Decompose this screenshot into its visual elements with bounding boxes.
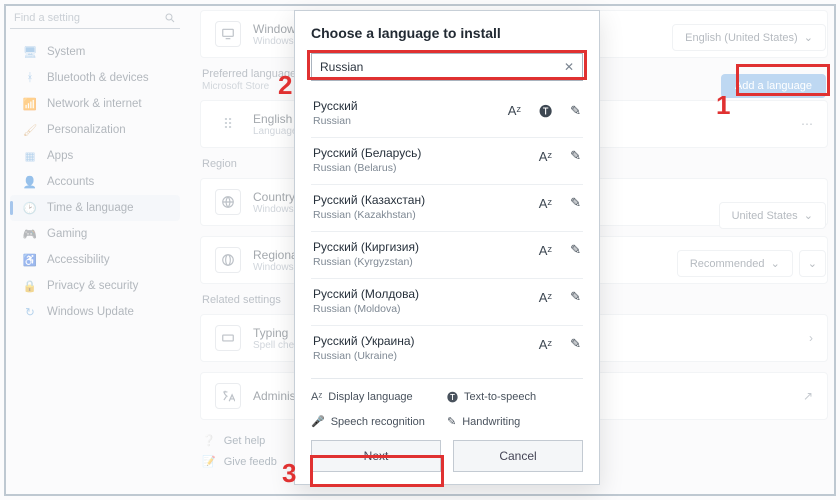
sidebar-item-privacy-security[interactable]: 🔒Privacy & security bbox=[10, 273, 180, 299]
nav-icon: 🕑 bbox=[23, 201, 37, 215]
sidebar-item-bluetooth-devices[interactable]: ᚼBluetooth & devices bbox=[10, 65, 180, 91]
monitor-icon bbox=[215, 21, 241, 47]
annotation-2: 2 bbox=[278, 70, 292, 101]
speech-recognition-icon: 🎤 bbox=[311, 415, 325, 428]
next-button[interactable]: Next bbox=[311, 440, 441, 472]
language-option[interactable]: Русский (Беларусь)Russian (Belarus)Aᶻ✎ bbox=[311, 137, 583, 180]
sidebar-item-time-language[interactable]: 🕑Time & language bbox=[10, 195, 180, 221]
display-icon: Aᶻ bbox=[539, 290, 552, 305]
choose-language-dialog: Choose a language to install Russian ✕ Р… bbox=[294, 10, 600, 485]
nav-icon: 🔒 bbox=[23, 279, 37, 293]
display-icon: Aᶻ bbox=[539, 243, 552, 258]
drag-handle-icon[interactable]: ⠿ bbox=[215, 111, 241, 137]
chevron-down-icon: ⌄ bbox=[808, 258, 817, 270]
globe-icon bbox=[215, 247, 241, 273]
search-icon bbox=[164, 12, 176, 24]
hand-icon: ✎ bbox=[570, 242, 581, 258]
legend-tts: 🅣Text-to-speech bbox=[447, 389, 583, 405]
chevron-right-icon: › bbox=[809, 331, 813, 345]
legend-handwriting: ✎Handwriting bbox=[447, 415, 583, 428]
globe-icon bbox=[215, 189, 241, 215]
annotation-3: 3 bbox=[282, 458, 296, 489]
nav-icon: 👤 bbox=[23, 175, 37, 189]
legend-display: AᶻDisplay language bbox=[311, 389, 447, 405]
nav-icon: ▦ bbox=[23, 149, 37, 163]
translate-icon bbox=[215, 383, 241, 409]
sidebar-item-system[interactable]: 🖥System bbox=[10, 39, 180, 65]
sidebar-item-apps[interactable]: ▦Apps bbox=[10, 143, 180, 169]
language-option[interactable]: Русский (Киргизия)Russian (Kyrgyzstan)Aᶻ… bbox=[311, 231, 583, 274]
display-language-dropdown[interactable]: English (United States) ⌄ bbox=[672, 24, 826, 51]
sidebar-item-gaming[interactable]: 🎮Gaming bbox=[10, 221, 180, 247]
chevron-down-icon: ⌄ bbox=[771, 258, 780, 270]
display-icon: Aᶻ bbox=[539, 149, 552, 164]
nav-icon: 🖥 bbox=[23, 45, 37, 59]
more-icon[interactable]: ⋯ bbox=[801, 117, 813, 131]
language-option[interactable]: Русский (Молдова)Russian (Moldova)Aᶻ✎ bbox=[311, 278, 583, 321]
feedback-icon: 📝 bbox=[202, 455, 216, 468]
hand-icon: ✎ bbox=[570, 289, 581, 305]
language-option[interactable]: Русский (Украина)Russian (Ukraine)Aᶻ✎ bbox=[311, 325, 583, 368]
external-link-icon: ↗ bbox=[803, 389, 813, 403]
help-icon: ❔ bbox=[202, 434, 216, 447]
display-icon: Aᶻ bbox=[508, 103, 521, 118]
language-option[interactable]: РусскийRussianAᶻ🅣✎ bbox=[311, 93, 583, 133]
settings-search[interactable]: Find a setting bbox=[10, 10, 180, 29]
hand-icon: ✎ bbox=[570, 336, 581, 352]
tts-icon: 🅣 bbox=[539, 101, 552, 120]
add-language-button[interactable]: Add a language bbox=[721, 74, 826, 98]
sidebar-item-personalization[interactable]: 🖌Personalization bbox=[10, 117, 180, 143]
hand-icon: ✎ bbox=[570, 103, 581, 119]
search-placeholder: Find a setting bbox=[14, 12, 164, 24]
display-icon: Aᶻ bbox=[539, 337, 552, 352]
cancel-button[interactable]: Cancel bbox=[453, 440, 583, 472]
annotation-1: 1 bbox=[716, 90, 730, 121]
text-to-speech-icon: 🅣 bbox=[447, 389, 458, 405]
nav-icon: ↻ bbox=[23, 305, 37, 319]
legend-speech: 🎤Speech recognition bbox=[311, 415, 447, 428]
keyboard-icon bbox=[215, 325, 241, 351]
expand-button[interactable]: ⌄ bbox=[799, 250, 826, 277]
nav-icon: 📶 bbox=[23, 97, 37, 111]
dialog-title: Choose a language to install bbox=[311, 25, 583, 41]
nav-icon: 🎮 bbox=[23, 227, 37, 241]
sidebar-item-windows-update[interactable]: ↻Windows Update bbox=[10, 299, 180, 325]
regional-format-dropdown[interactable]: Recommended ⌄ bbox=[677, 250, 793, 277]
country-dropdown[interactable]: United States ⌄ bbox=[719, 202, 826, 229]
nav-icon: 🖌 bbox=[23, 123, 37, 137]
language-search-input[interactable]: Russian ✕ bbox=[311, 53, 583, 81]
chevron-down-icon: ⌄ bbox=[804, 32, 813, 44]
sidebar-item-accessibility[interactable]: ♿Accessibility bbox=[10, 247, 180, 273]
sidebar-item-network-internet[interactable]: 📶Network & internet bbox=[10, 91, 180, 117]
language-option[interactable]: Русский (Казахстан)Russian (Kazakhstan)A… bbox=[311, 184, 583, 227]
display-language-icon: Aᶻ bbox=[311, 391, 322, 403]
sidebar-item-accounts[interactable]: 👤Accounts bbox=[10, 169, 180, 195]
nav-icon: ♿ bbox=[23, 253, 37, 267]
handwriting-icon: ✎ bbox=[447, 415, 456, 428]
nav-icon: ᚼ bbox=[23, 71, 37, 85]
clear-search-icon[interactable]: ✕ bbox=[564, 60, 574, 74]
chevron-down-icon: ⌄ bbox=[804, 210, 813, 222]
hand-icon: ✎ bbox=[570, 148, 581, 164]
display-icon: Aᶻ bbox=[539, 196, 552, 211]
hand-icon: ✎ bbox=[570, 195, 581, 211]
